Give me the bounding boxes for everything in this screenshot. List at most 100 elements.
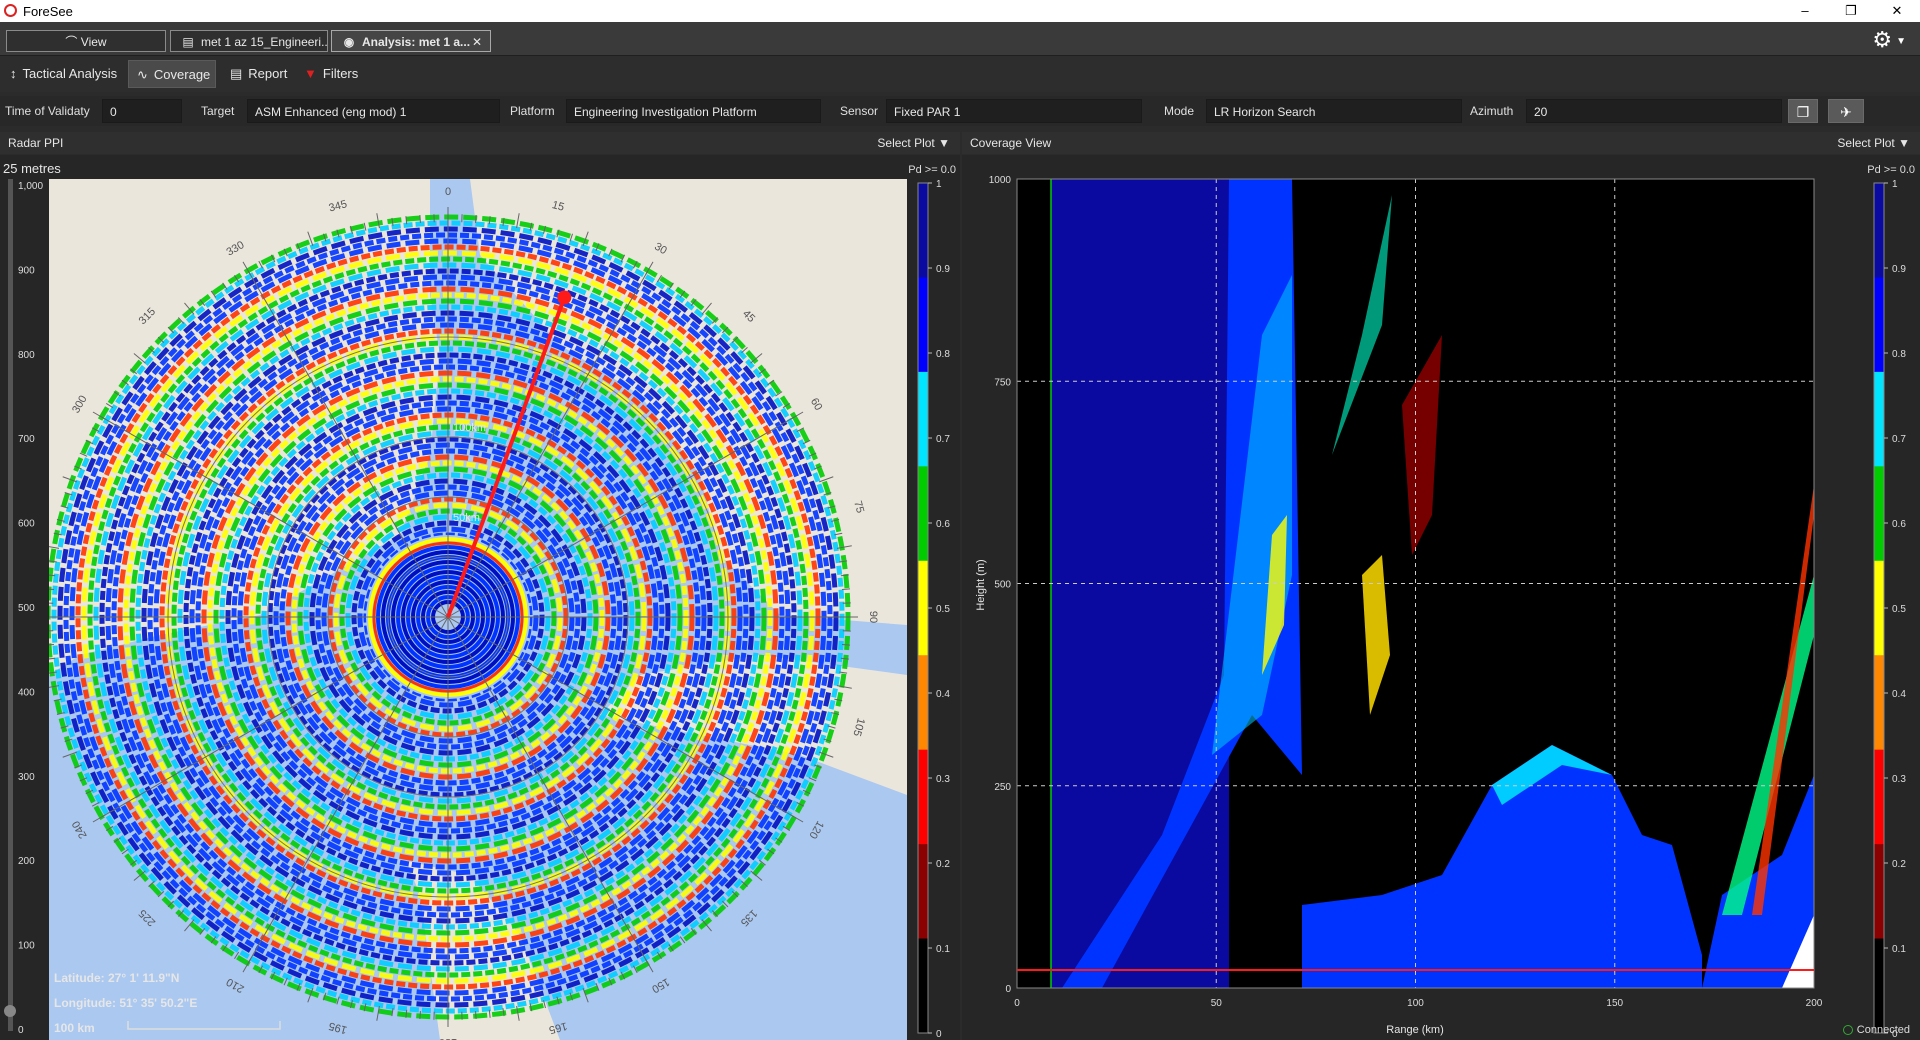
app-title: ForeSee (23, 4, 73, 19)
platform-select[interactable]: Engineering Investigation Platform (566, 99, 821, 123)
coverage-pd-label: Pd >= 0.0 (1867, 164, 1915, 176)
colorbar-segment (1874, 277, 1884, 373)
tab-analysis[interactable]: ◉ Analysis: met 1 a... ✕ (331, 30, 491, 52)
slider-tick-label: 300 (18, 772, 35, 783)
x-tick-label: 50 (1211, 998, 1223, 1009)
colorbar-segment (1874, 466, 1884, 562)
slider-tick-label: 100 (18, 941, 35, 952)
coverage-panel-header: Coverage View Select Plot ▼ (962, 132, 1920, 154)
colorbar-tick-label: 0.8 (936, 349, 950, 360)
minimize-button[interactable]: – (1782, 0, 1828, 22)
y-tick-label: 1000 (989, 175, 1012, 186)
ppi-pd-label: Pd >= 0.0 (908, 164, 956, 176)
mode-label: Mode (1164, 104, 1195, 118)
latitude-readout: Latitude: 27° 1' 11.9"N (54, 971, 179, 985)
colorbar-tick-label: 0.2 (1892, 859, 1906, 870)
platform-label: Platform (510, 104, 555, 118)
view-icon: ⌒ (65, 35, 78, 49)
close-button[interactable]: ✕ (1874, 0, 1920, 22)
connection-status: Connected (1842, 1024, 1910, 1036)
colorbar-tick-label: 0.9 (936, 264, 950, 275)
chevron-down-icon: ▼ (1896, 35, 1906, 47)
bearing-label: 285 (29, 497, 45, 518)
ppi-colorbar: 1 0.9 0.8 0.7 0.6 0.5 0.4 0.3 0.2 0.1 0 (917, 179, 950, 1040)
colorbar-tick-label: 0.7 (1892, 434, 1906, 445)
filters-button[interactable]: ▼ Filters (296, 60, 366, 88)
target-select[interactable]: ASM Enhanced (eng mod) 1 (247, 99, 500, 123)
coverage-button[interactable]: ∿ Coverage (128, 60, 216, 88)
colorbar-segment (918, 938, 928, 1034)
slider-tick-label: 500 (18, 603, 35, 614)
restore-button[interactable]: ❐ (1828, 0, 1874, 22)
y-tick-label: 500 (994, 580, 1011, 591)
colorbar-segment (1874, 371, 1884, 467)
colorbar-segment (918, 183, 928, 278)
y-tick-label: 750 (994, 377, 1011, 388)
colorbar-tick-label: 0.1 (936, 944, 950, 955)
x-axis-label: Range (km) (1386, 1024, 1443, 1036)
x-tick-label: 200 (1806, 998, 1823, 1009)
tab-engineering[interactable]: ▤ met 1 az 15_Engineeri... (170, 30, 328, 52)
slider-tick-label: 900 (18, 265, 35, 276)
document-icon: ▤ (182, 35, 194, 49)
azimuth-marker[interactable] (557, 290, 572, 305)
azimuth-label: Azimuth (1470, 104, 1514, 118)
sensor-select[interactable]: Fixed PAR 1 (886, 99, 1142, 123)
aircraft-icon: ✈ (1840, 104, 1852, 120)
slider-ticks: 1,000 900 800 700 600 500 400 300 200 100 0 (18, 181, 43, 1036)
chart-line-icon: ∿ (137, 67, 148, 82)
dropdown-arrow-icon: ▼ (938, 136, 950, 150)
filters-label: Filters (322, 66, 359, 81)
globe-icon: ◉ (343, 35, 355, 49)
bearing-label: 255 (29, 717, 45, 738)
slider-tick-label: 800 (18, 350, 35, 361)
close-tab-icon[interactable]: ✕ (472, 31, 482, 51)
coverage-select-plot[interactable]: Select Plot ▼ (1837, 132, 1910, 154)
azimuth-input[interactable]: 20 (1526, 99, 1782, 123)
height-slider[interactable] (4, 179, 16, 1031)
radar-ppi-plot[interactable]: 25 metres Pd >= 0.0 1,000900800700600500… (0, 155, 960, 1040)
settings-gear-icon[interactable]: ⚙ ▼ (1872, 27, 1906, 53)
tactical-analysis-button[interactable]: ↕ Tactical Analysis (2, 60, 125, 88)
colorbar-tick-label: 0.4 (1892, 689, 1906, 700)
colorbar-tick-label: 1 (1892, 179, 1898, 190)
colorbar-tick-label: 0.5 (936, 604, 950, 615)
coverage-label: Coverage (153, 67, 211, 82)
aircraft-button[interactable]: ✈ (1828, 99, 1864, 123)
title-bar: ForeSee – ❐ ✕ (0, 0, 1920, 22)
ppi-select-plot[interactable]: Select Plot ▼ (877, 132, 950, 154)
colorbar-tick-label: 1 (936, 179, 942, 190)
slider-thumb[interactable] (4, 1005, 16, 1017)
colorbar-tick-label: 0.3 (1892, 774, 1906, 785)
scale-label: 100 km (54, 1021, 95, 1035)
colorbar-tick-label: 0.2 (936, 859, 950, 870)
colorbar-segment (1874, 183, 1884, 278)
colorbar-segment (1874, 749, 1884, 845)
window-toggle-button[interactable]: ❐ (1788, 99, 1818, 123)
bearing-label: 90 (867, 611, 879, 623)
ppi-panel-header: Radar PPI Select Plot ▼ (0, 132, 960, 154)
validity-input[interactable]: 0 (102, 99, 182, 123)
y-axis-label: Height (m) (975, 559, 987, 610)
dropdown-arrow-icon: ▼ (1898, 136, 1910, 150)
tactical-icon: ↕ (10, 66, 17, 81)
tab-view-label: View (80, 35, 107, 49)
ppi-panel-title: Radar PPI (8, 136, 64, 150)
app-logo-icon (4, 4, 17, 17)
coverage-plot[interactable]: Pd >= 0.0 1000 750 500 250 00 50 100 150 200 Hei… (962, 155, 1920, 1040)
main-toolbar: ↕ Tactical Analysis ∿ Coverage ▤ Report ▼ Fi… (0, 56, 1920, 92)
colorbar-segment (918, 749, 928, 845)
sensor-label: Sensor (840, 104, 879, 118)
ppi-select-plot-label: Select Plot (877, 136, 935, 150)
tab-view[interactable]: ⌒ View (6, 30, 166, 52)
status-text: Connected (1856, 1024, 1910, 1036)
colorbar-tick-label: 0.3 (936, 774, 950, 785)
report-button[interactable]: ▤ Report (222, 60, 295, 88)
report-label: Report (248, 66, 288, 81)
slider-tick-label: 200 (18, 856, 35, 867)
mode-select[interactable]: LR Horizon Search (1206, 99, 1462, 123)
x-tick-label: 150 (1606, 998, 1623, 1009)
analysis-parameters: Time of Validaty 0 Target ASM Enhanced (… (0, 96, 1920, 126)
colorbar-segment (918, 560, 928, 656)
colorbar-segment (1874, 938, 1884, 1034)
